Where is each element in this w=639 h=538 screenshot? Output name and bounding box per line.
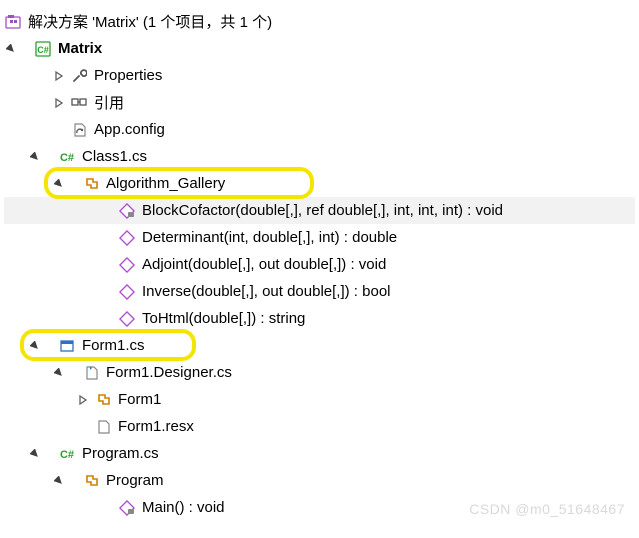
expander-open-icon[interactable]	[28, 150, 42, 164]
csproj-icon	[34, 40, 52, 58]
method-icon	[118, 283, 136, 301]
form1-resx-node[interactable]: Form1.resx	[4, 413, 635, 440]
form1-label: Form1.cs	[82, 337, 145, 354]
appconfig-label: App.config	[94, 121, 165, 138]
method-icon	[118, 256, 136, 274]
expander-closed-icon[interactable]	[52, 69, 66, 83]
program-class-node[interactable]: Program	[4, 467, 635, 494]
method-node-adjoint[interactable]: Adjoint(double[,], out double[,]) : void	[4, 251, 635, 278]
method-node-main[interactable]: Main() : void	[4, 494, 635, 521]
method-label: BlockCofactor(double[,], ref double[,], …	[142, 202, 503, 219]
expander-open-icon[interactable]	[52, 177, 66, 191]
references-node[interactable]: 引用	[4, 89, 635, 116]
form1-designer-label: Form1.Designer.cs	[106, 364, 232, 381]
method-private-icon	[118, 202, 136, 220]
solution-node[interactable]: 解决方案 'Matrix' (1 个项目，共 1 个)	[4, 8, 635, 35]
solution-icon	[4, 13, 22, 31]
expander-open-icon[interactable]	[52, 366, 66, 380]
class-icon	[82, 175, 100, 193]
program-class-label: Program	[106, 472, 164, 489]
resx-file-icon	[94, 418, 112, 436]
expander-open-icon[interactable]	[28, 447, 42, 461]
method-label: ToHtml(double[,]) : string	[142, 310, 305, 327]
method-node-tohtml[interactable]: ToHtml(double[,]) : string	[4, 305, 635, 332]
references-label: 引用	[94, 92, 124, 113]
form1-node[interactable]: Form1.cs	[4, 332, 635, 359]
class-icon	[82, 472, 100, 490]
method-node-inverse[interactable]: Inverse(double[,], out double[,]) : bool	[4, 278, 635, 305]
method-node-determinant[interactable]: Determinant(int, double[,], int) : doubl…	[4, 224, 635, 251]
expander-closed-icon[interactable]	[76, 393, 90, 407]
method-private-icon	[118, 499, 136, 517]
class1-node[interactable]: Class1.cs	[4, 143, 635, 170]
class-icon	[94, 391, 112, 409]
programcs-node[interactable]: Program.cs	[4, 440, 635, 467]
method-node-blockcofactor[interactable]: BlockCofactor(double[,], ref double[,], …	[4, 197, 635, 224]
project-node[interactable]: Matrix	[4, 35, 635, 62]
method-icon	[118, 229, 136, 247]
csharp-file-icon	[58, 148, 76, 166]
form-icon	[58, 337, 76, 355]
method-label: Adjoint(double[,], out double[,]) : void	[142, 256, 386, 273]
wrench-icon	[70, 67, 88, 85]
algorithm-gallery-label: Algorithm_Gallery	[106, 175, 225, 192]
expander-open-icon[interactable]	[52, 474, 66, 488]
form1-class-label: Form1	[118, 391, 161, 408]
algorithm-gallery-node[interactable]: Algorithm_Gallery	[4, 170, 635, 197]
project-label: Matrix	[58, 40, 102, 57]
method-icon	[118, 310, 136, 328]
form1-resx-label: Form1.resx	[118, 418, 194, 435]
expander-open-icon[interactable]	[4, 42, 18, 56]
method-label: Main() : void	[142, 499, 225, 516]
config-file-icon	[70, 121, 88, 139]
form1-designer-node[interactable]: Form1.Designer.cs	[4, 359, 635, 386]
programcs-label: Program.cs	[82, 445, 159, 462]
references-icon	[70, 94, 88, 112]
properties-node[interactable]: Properties	[4, 62, 635, 89]
expander-open-icon[interactable]	[28, 339, 42, 353]
solution-explorer-tree: 解决方案 'Matrix' (1 个项目，共 1 个) Matrix Prope…	[4, 8, 635, 521]
expander-closed-icon[interactable]	[52, 96, 66, 110]
class1-label: Class1.cs	[82, 148, 147, 165]
solution-label: 解决方案 'Matrix' (1 个项目，共 1 个)	[28, 11, 272, 32]
generated-file-icon	[82, 364, 100, 382]
method-label: Determinant(int, double[,], int) : doubl…	[142, 229, 397, 246]
properties-label: Properties	[94, 67, 162, 84]
method-label: Inverse(double[,], out double[,]) : bool	[142, 283, 391, 300]
form1-class-node[interactable]: Form1	[4, 386, 635, 413]
csharp-file-icon	[58, 445, 76, 463]
appconfig-node[interactable]: App.config	[4, 116, 635, 143]
